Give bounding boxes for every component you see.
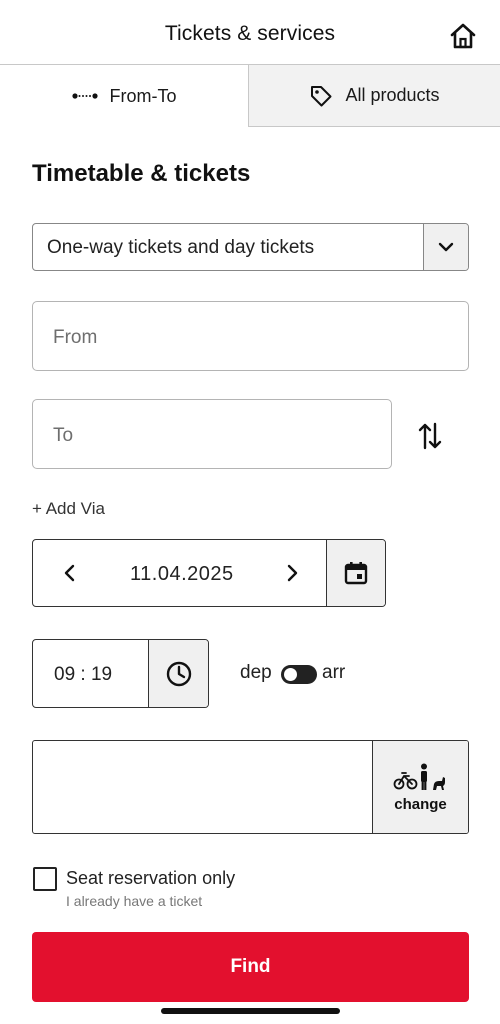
- route-dots-icon: [71, 92, 98, 100]
- seat-reservation-hint: I already have a ticket: [66, 893, 203, 909]
- travellers-field[interactable]: change: [32, 740, 469, 834]
- time-value[interactable]: 09 : 19: [54, 664, 112, 686]
- from-field[interactable]: From: [32, 301, 469, 371]
- date-value[interactable]: 11.04.2025: [130, 563, 234, 586]
- tag-icon: [309, 84, 333, 108]
- app-header: Tickets & services: [0, 0, 500, 66]
- time-picker[interactable]: 09 : 19: [32, 639, 209, 708]
- dep-arr-toggle[interactable]: [281, 665, 317, 684]
- home-icon[interactable]: [449, 22, 477, 50]
- from-placeholder: From: [53, 327, 98, 348]
- to-field[interactable]: To: [32, 399, 392, 469]
- ticket-type-select[interactable]: One-way tickets and day tickets: [32, 223, 469, 271]
- tab-all-products-label: All products: [345, 85, 440, 105]
- tab-all-products[interactable]: All products: [248, 65, 500, 127]
- change-label: change: [394, 796, 447, 813]
- page-title: Tickets & services: [164, 22, 336, 45]
- tab-from-to-label: From-To: [109, 85, 177, 106]
- change-travellers-button[interactable]: change: [372, 741, 468, 833]
- chevron-down-icon[interactable]: [423, 224, 468, 270]
- arrival-label: arr: [322, 662, 346, 683]
- toggle-knob: [284, 668, 297, 681]
- clock-icon[interactable]: [148, 640, 208, 707]
- departure-label: dep: [240, 662, 272, 683]
- chevron-right-icon[interactable]: [281, 562, 303, 589]
- seat-reservation-label[interactable]: Seat reservation only: [66, 868, 235, 889]
- date-picker: 11.04.2025: [32, 539, 386, 607]
- chevron-left-icon[interactable]: [59, 562, 81, 589]
- add-via-link[interactable]: + Add Via: [32, 499, 105, 519]
- ticket-type-value: One-way tickets and day tickets: [47, 237, 315, 258]
- travellers-icon: [393, 763, 447, 796]
- tab-from-to[interactable]: From-To: [0, 65, 248, 127]
- section-title: Timetable & tickets: [32, 160, 251, 187]
- swap-icon[interactable]: [417, 421, 443, 451]
- find-button[interactable]: Find: [32, 932, 469, 1002]
- seat-reservation-checkbox[interactable]: [33, 867, 57, 891]
- to-placeholder: To: [53, 425, 74, 446]
- home-indicator: [161, 1008, 340, 1014]
- tab-bar: From-To All products: [0, 64, 500, 127]
- calendar-icon[interactable]: [326, 540, 385, 606]
